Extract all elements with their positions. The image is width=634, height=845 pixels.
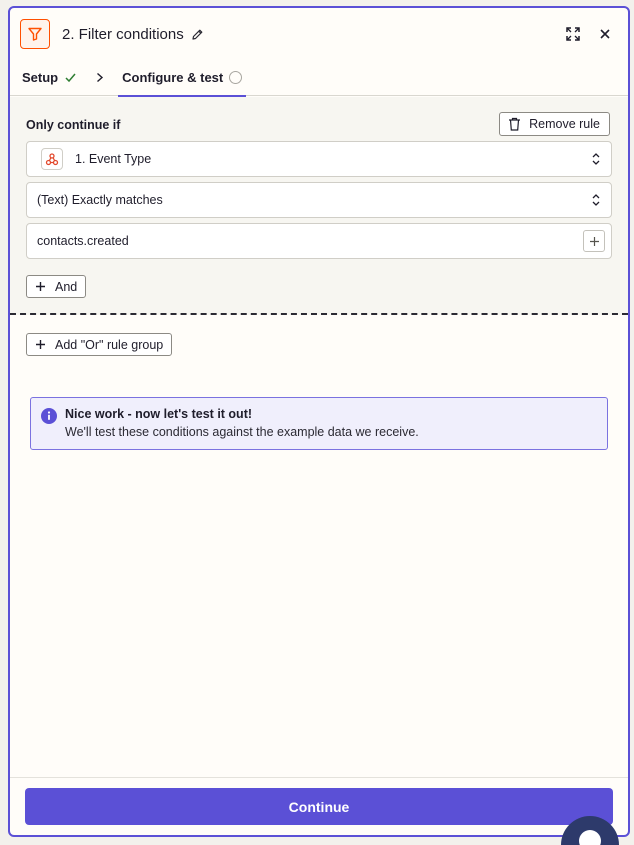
expand-button[interactable] xyxy=(564,25,582,43)
condition-select-value: (Text) Exactly matches xyxy=(37,193,163,207)
and-label: And xyxy=(55,279,78,294)
plus-icon xyxy=(589,236,599,246)
expand-icon xyxy=(566,27,580,41)
chat-icon xyxy=(579,830,601,845)
value-input-text: contacts.created xyxy=(37,234,129,248)
incomplete-circle-icon xyxy=(229,71,243,84)
remove-rule-button[interactable]: Remove rule xyxy=(499,112,610,136)
updown-chevron-icon xyxy=(591,193,601,207)
test-info-banner: Nice work - now let's test it out! We'll… xyxy=(30,397,608,450)
plus-icon xyxy=(36,340,45,349)
add-and-condition-button[interactable]: And xyxy=(26,275,87,298)
condition-select[interactable]: (Text) Exactly matches xyxy=(26,182,612,218)
updown-chevron-icon xyxy=(591,152,601,166)
filter-conditions-panel: 2. Filter conditions Setup Configure & t… xyxy=(8,6,630,837)
panel-title: 2. Filter conditions xyxy=(62,25,184,43)
info-title: Nice work - now let's test it out! xyxy=(65,407,253,421)
webhook-icon xyxy=(45,153,59,166)
info-text: We'll test these conditions against the … xyxy=(65,425,419,439)
info-icon xyxy=(41,408,57,424)
filter-icon xyxy=(28,27,42,41)
tab-setup-label: Setup xyxy=(22,70,59,85)
webhook-app-icon xyxy=(41,148,63,170)
remove-rule-label: Remove rule xyxy=(529,117,600,131)
step-tabs: Setup Configure & test xyxy=(10,60,628,97)
plus-icon xyxy=(36,282,45,291)
insert-data-button[interactable] xyxy=(583,230,605,252)
chevron-right-icon xyxy=(95,72,104,83)
tab-setup[interactable]: Setup xyxy=(22,60,77,96)
check-icon xyxy=(65,73,76,83)
field-select[interactable]: 1. Event Type xyxy=(26,141,612,177)
filter-app-icon xyxy=(20,19,50,49)
edit-title-button[interactable] xyxy=(191,28,204,41)
pencil-icon xyxy=(192,29,203,40)
trash-icon xyxy=(509,117,521,131)
or-label: Add "Or" rule group xyxy=(55,337,164,352)
continue-button[interactable]: Continue xyxy=(25,788,613,825)
rule-label: Only continue if xyxy=(26,118,121,132)
tab-configure-test[interactable]: Configure & test xyxy=(118,60,247,97)
rule-group: Only continue if Remove rule 1. Event Ty… xyxy=(10,97,628,315)
panel-footer: Continue xyxy=(10,777,628,835)
close-button[interactable] xyxy=(596,25,614,43)
field-select-value: 1. Event Type xyxy=(75,152,152,166)
tab-configure-label: Configure & test xyxy=(122,70,224,85)
add-or-rule-group-button[interactable]: Add "Or" rule group xyxy=(26,333,173,356)
value-input[interactable]: contacts.created xyxy=(26,223,612,259)
panel-header: 2. Filter conditions xyxy=(10,8,628,60)
close-icon xyxy=(600,29,610,39)
